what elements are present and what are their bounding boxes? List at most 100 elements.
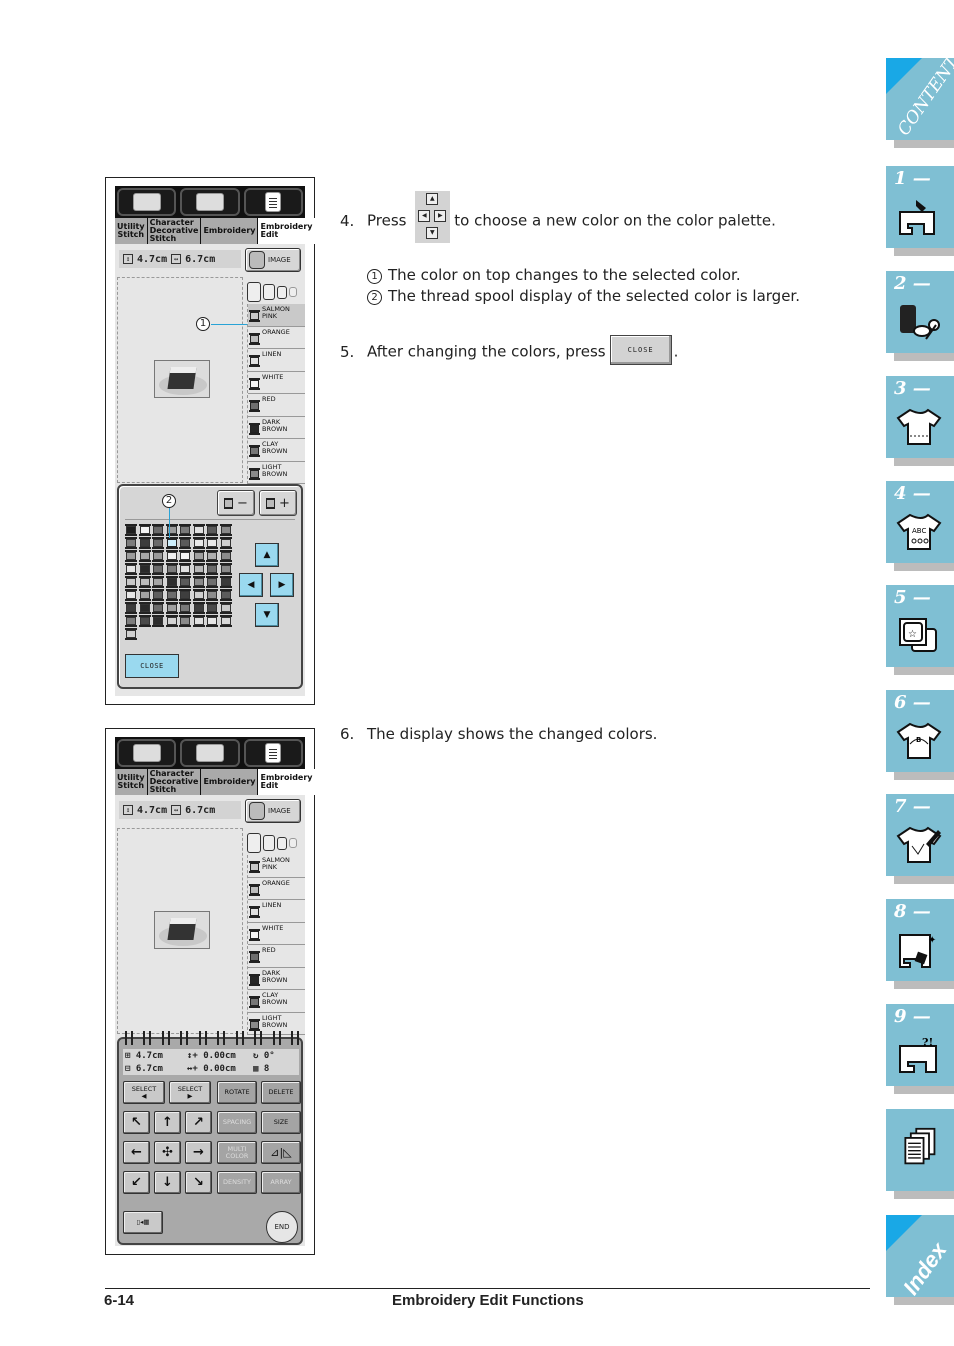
palette-color[interactable] [192,550,205,562]
palette-color[interactable] [165,589,178,601]
array-button[interactable]: ARRAY [261,1171,301,1194]
palette-color[interactable] [192,563,205,575]
palette-color[interactable] [206,550,218,562]
nav-appendix-tab[interactable] [886,1109,954,1199]
palette-color[interactable] [125,602,137,614]
image-button[interactable]: IMAGE [245,248,301,272]
delete-button[interactable]: DELETE [261,1081,301,1104]
palette-color[interactable] [179,602,191,614]
nav-index-tab[interactable]: Index [886,1215,954,1305]
rotate-button[interactable]: ROTATE [217,1081,257,1104]
tab-utility-stitch[interactable]: Utility Stitch [115,218,147,244]
palette-color[interactable] [138,550,151,562]
thread-color-item[interactable]: LINEN [248,349,305,372]
nav-contents-tab[interactable]: CONTENTS [886,43,954,148]
palette-color[interactable] [125,524,137,536]
palette-color[interactable] [206,589,218,601]
palette-color[interactable] [192,537,205,549]
palette-color[interactable] [179,524,191,536]
palette-color[interactable] [165,576,178,588]
palette-color[interactable] [219,537,232,549]
palette-color[interactable] [125,615,137,627]
palette-color[interactable] [179,589,191,601]
palette-color[interactable] [152,537,164,549]
palette-color[interactable] [165,524,178,536]
palette-color-selected[interactable] [165,537,178,549]
palette-color[interactable] [138,589,151,601]
palette-color[interactable] [125,537,137,549]
nav-chapter-2-tab[interactable]: 2 — [886,271,954,361]
tab-utility-stitch[interactable]: Utility Stitch [115,769,147,795]
move-down-button[interactable]: ↓ [154,1171,181,1194]
palette-color[interactable] [138,615,151,627]
palette-color[interactable] [179,537,191,549]
size-button[interactable]: SIZE [261,1111,301,1134]
palette-color[interactable] [219,563,232,575]
palette-color[interactable] [138,576,151,588]
palette-color[interactable] [152,602,164,614]
palette-color[interactable] [192,576,205,588]
tab-embroidery[interactable]: Embroidery [201,769,258,795]
palette-down-button[interactable]: ▼ [255,603,279,627]
thread-color-item[interactable]: SALMON PINK [248,855,305,878]
palette-color[interactable] [165,550,178,562]
move-left-button[interactable]: ← [123,1141,150,1164]
palette-color[interactable] [125,550,137,562]
palette-color[interactable] [192,524,205,536]
palette-color[interactable] [219,602,232,614]
palette-color[interactable] [219,615,232,627]
palette-color[interactable] [152,550,164,562]
palette-color[interactable] [152,615,164,627]
palette-color[interactable] [192,615,205,627]
mirror-button[interactable]: ⊿|◺ [261,1141,301,1164]
thread-color-item[interactable]: WHITE [248,923,305,945]
thread-color-item[interactable]: ORANGE [248,327,305,349]
nav-chapter-6-tab[interactable]: 6 — B [886,690,954,780]
help-button[interactable] [180,188,240,216]
image-button[interactable]: IMAGE [245,799,301,823]
center-button[interactable]: ✣ [154,1141,181,1164]
palette-color[interactable] [125,563,137,575]
tab-embroidery-edit[interactable]: Embroidery Edit [258,218,315,244]
palette-right-button[interactable]: ▶ [270,573,294,597]
palette-color[interactable] [206,537,218,549]
nav-chapter-7-tab[interactable]: 7 — [886,794,954,884]
palette-color[interactable] [192,589,205,601]
palette-color[interactable] [206,576,218,588]
density-button[interactable]: DENSITY [217,1171,257,1194]
help-button[interactable] [180,739,240,767]
select-next-button[interactable]: SELECT ▶ [169,1081,211,1104]
move-up-button[interactable]: ↑ [154,1111,181,1134]
nav-chapter-3-tab[interactable]: 3 — [886,376,954,466]
palette-color[interactable] [152,589,164,601]
palette-up-button[interactable]: ▲ [255,543,279,567]
palette-color[interactable] [219,589,232,601]
tab-character-decorative-stitch[interactable]: Character Decorative Stitch [147,218,201,244]
settings-button[interactable] [243,188,303,216]
thread-color-item[interactable]: CLAY BROWN [248,439,305,462]
multi-color-button[interactable]: MULTI COLOR [217,1141,257,1164]
palette-color[interactable] [125,628,137,640]
move-up-right-button[interactable]: ↗ [185,1111,212,1134]
select-previous-button[interactable]: SELECT ◀ [123,1081,165,1104]
palette-color[interactable] [125,589,137,601]
tab-embroidery[interactable]: Embroidery [201,218,258,244]
palette-color[interactable] [206,563,218,575]
palette-color[interactable] [179,563,191,575]
sewing-guide-button[interactable] [117,739,177,767]
spool-larger-button[interactable]: + [259,490,297,516]
spacing-button[interactable]: SPACING [217,1111,257,1134]
thread-color-item[interactable]: RED [248,394,305,417]
sewing-guide-button[interactable] [117,188,177,216]
thread-color-item[interactable]: RED [248,945,305,968]
palette-color[interactable] [206,615,218,627]
palette-color[interactable] [152,563,164,575]
thread-color-item[interactable]: CLAY BROWN [248,990,305,1013]
palette-color[interactable] [152,576,164,588]
palette-color[interactable] [192,602,205,614]
thread-palette-button[interactable]: ▯◂▦ [123,1211,163,1234]
tab-embroidery-edit[interactable]: Embroidery Edit [258,769,315,795]
palette-color[interactable] [125,576,137,588]
palette-color[interactable] [152,524,164,536]
palette-color[interactable] [138,602,151,614]
